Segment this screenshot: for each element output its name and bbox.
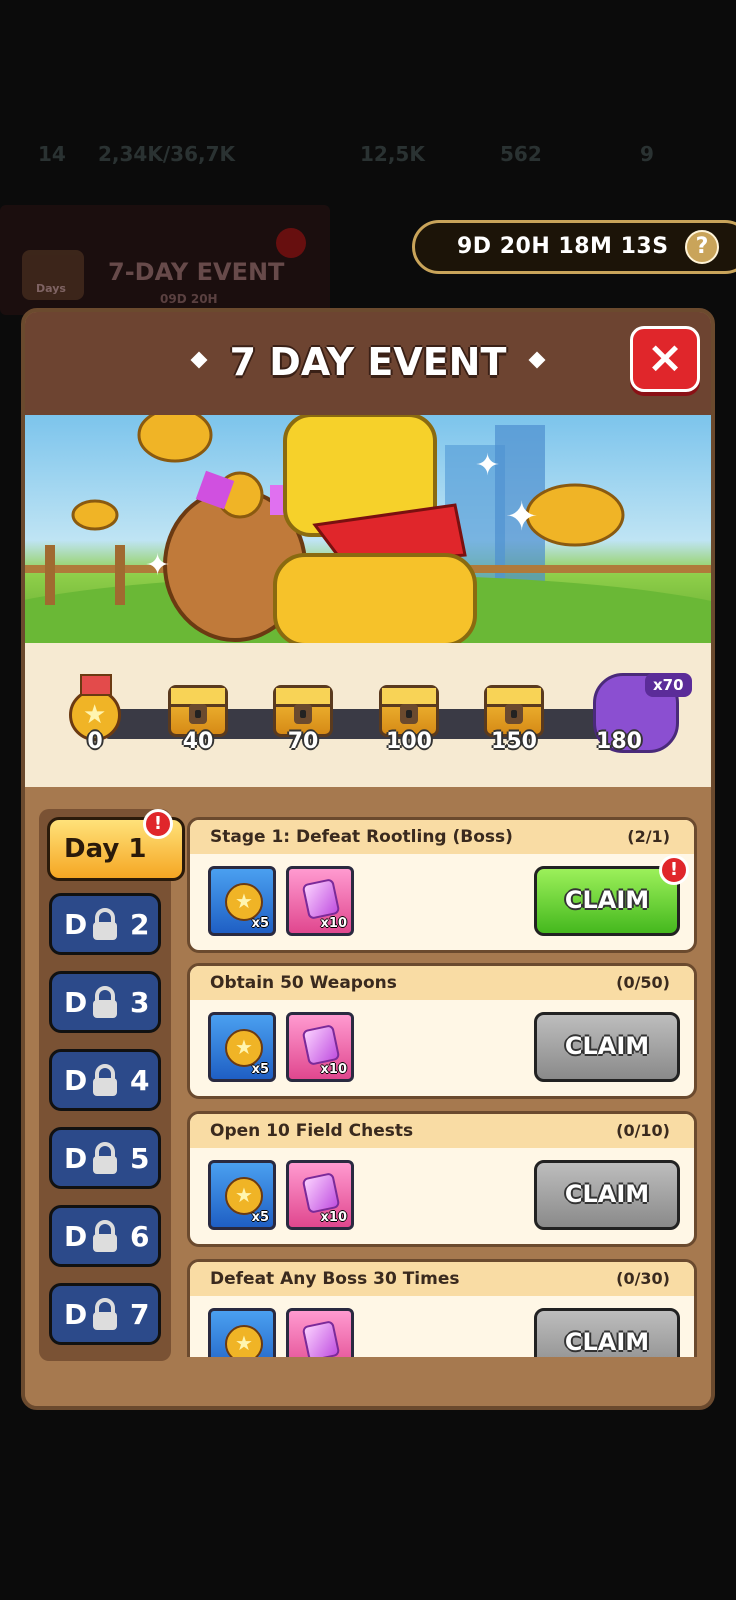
lock-icon bbox=[93, 1142, 117, 1174]
day-tab-number: 4 bbox=[130, 1064, 150, 1097]
background-event-title: 7-DAY EVENT bbox=[108, 258, 285, 286]
tab-day-4[interactable]: D 4 bbox=[49, 1049, 161, 1111]
milestone-progress: ★ 0 40 70 100 150 x70 180 bbox=[25, 643, 711, 787]
reward-qty: x10 bbox=[320, 1062, 347, 1077]
seven-days-icon-label: Days bbox=[36, 282, 66, 295]
resource-energy: 9 bbox=[640, 142, 654, 166]
day-tabs: Day 1 ! D 2 D 3 D 4 D 5 D 6 D 7 bbox=[39, 809, 185, 1361]
milestone-label: 180 bbox=[596, 729, 642, 754]
milestone-label: 0 bbox=[87, 729, 103, 754]
task-count: (0/50) bbox=[616, 973, 670, 992]
gem-reward-icon[interactable]: x10 bbox=[286, 1160, 354, 1230]
gem-reward-icon[interactable]: x10 bbox=[286, 1012, 354, 1082]
claim-alert-icon: ! bbox=[659, 855, 689, 885]
task-name: Defeat Any Boss 30 Times bbox=[210, 1269, 460, 1289]
svg-text:✦: ✦ bbox=[145, 548, 170, 583]
reward-qty: x5 bbox=[251, 1062, 269, 1077]
day-tab-number: 3 bbox=[130, 986, 150, 1019]
task-count: (0/30) bbox=[616, 1269, 670, 1288]
day-tab-number: 7 bbox=[130, 1298, 150, 1331]
tab-day-3[interactable]: D 3 bbox=[49, 971, 161, 1033]
resource-exp: 2,34K/36,7K bbox=[98, 142, 235, 166]
tab-day-7[interactable]: D 7 bbox=[49, 1283, 161, 1345]
milestone-label: 100 bbox=[386, 729, 432, 754]
close-button[interactable]: × bbox=[630, 326, 700, 392]
banner-illustration: ✦ ✦ ✦ bbox=[25, 415, 711, 643]
reward-qty: x5 bbox=[251, 916, 269, 931]
reward-qty: x10 bbox=[320, 1210, 347, 1225]
day-tab-prefix: D bbox=[64, 1220, 88, 1253]
resource-gold: 12,5K bbox=[360, 142, 425, 166]
tab-day-5[interactable]: D 5 bbox=[49, 1127, 161, 1189]
event-timer: 9D 20H 18M 13S ? bbox=[412, 220, 736, 274]
day-1-alert-icon: ! bbox=[143, 809, 173, 839]
lock-icon bbox=[93, 908, 117, 940]
svg-text:✦: ✦ bbox=[505, 494, 539, 540]
lock-icon bbox=[93, 1298, 117, 1330]
task-list[interactable]: Stage 1: Defeat Rootling (Boss) (2/1) x5… bbox=[187, 817, 699, 1357]
medal-reward-icon[interactable]: x5 bbox=[208, 1160, 276, 1230]
reward-qty: x10 bbox=[320, 916, 347, 931]
milestone-label: 150 bbox=[491, 729, 537, 754]
day-tab-number: 5 bbox=[130, 1142, 150, 1175]
svg-text:✦: ✦ bbox=[475, 448, 500, 483]
tab-day-6[interactable]: D 6 bbox=[49, 1205, 161, 1267]
event-banner: ✦ ✦ ✦ bbox=[25, 415, 711, 643]
milestone-label: 40 bbox=[182, 729, 214, 754]
task-name: Open 10 Field Chests bbox=[210, 1121, 414, 1141]
medal-reward-icon[interactable]: x5 bbox=[208, 1308, 276, 1357]
claim-button[interactable]: CLAIM bbox=[534, 866, 680, 936]
task-count: (0/10) bbox=[616, 1121, 670, 1140]
task-name: Stage 1: Defeat Rootling (Boss) bbox=[210, 827, 513, 847]
background-resource-bar: 14 2,34K/36,7K 12,5K 562 9 bbox=[0, 130, 736, 180]
modal-header: 7 DAY EVENT × bbox=[25, 312, 711, 415]
seven-day-event-modal: 7 DAY EVENT × ✦ ✦ ✦ ★ 0 40 70 100 150 x7… bbox=[21, 308, 715, 1410]
background-alert-icon bbox=[276, 228, 306, 258]
claim-button[interactable]: CLAIM bbox=[534, 1308, 680, 1357]
tab-day-2[interactable]: D 2 bbox=[49, 893, 161, 955]
modal-title: 7 DAY EVENT bbox=[229, 340, 507, 384]
lock-icon bbox=[93, 1220, 117, 1252]
hero-reward-qty: x70 bbox=[645, 673, 692, 697]
claim-button[interactable]: CLAIM bbox=[534, 1012, 680, 1082]
gem-reward-icon[interactable]: x10 bbox=[286, 866, 354, 936]
medal-reward-icon[interactable]: x5 bbox=[208, 866, 276, 936]
day-tab-number: 6 bbox=[130, 1220, 150, 1253]
tab-day-1-label: Day 1 bbox=[64, 834, 147, 864]
reward-qty: x5 bbox=[251, 1210, 269, 1225]
background-bottom-nav bbox=[0, 1430, 736, 1510]
claim-button[interactable]: CLAIM bbox=[534, 1160, 680, 1230]
lock-icon bbox=[93, 986, 117, 1018]
help-button[interactable]: ? bbox=[685, 230, 719, 264]
gem-reward-icon[interactable]: x10 bbox=[286, 1308, 354, 1357]
task-row: Stage 1: Defeat Rootling (Boss) (2/1) x5… bbox=[187, 817, 697, 953]
task-row: Open 10 Field Chests (0/10) x5 x10 CLAIM bbox=[187, 1111, 697, 1247]
event-timer-text: 9D 20H 18M 13S bbox=[457, 234, 669, 259]
resource-gems: 562 bbox=[500, 142, 542, 166]
task-count: (2/1) bbox=[627, 827, 670, 846]
day-tab-prefix: D bbox=[64, 986, 88, 1019]
day-tab-prefix: D bbox=[64, 908, 88, 941]
milestone-label: 70 bbox=[287, 729, 319, 754]
resource-level: 14 bbox=[38, 142, 66, 166]
day-tab-prefix: D bbox=[64, 1298, 88, 1331]
seven-days-icon: Days bbox=[22, 250, 84, 300]
lock-icon bbox=[93, 1064, 117, 1096]
task-row: Defeat Any Boss 30 Times (0/30) x5 x10 C… bbox=[187, 1259, 697, 1357]
medal-reward-icon[interactable]: x5 bbox=[208, 1012, 276, 1082]
tasks-section: Day 1 ! D 2 D 3 D 4 D 5 D 6 D 7 Stage 1:… bbox=[25, 787, 711, 1406]
background-event-sub: 09D 20H bbox=[160, 292, 218, 306]
task-row: Obtain 50 Weapons (0/50) x5 x10 CLAIM bbox=[187, 963, 697, 1099]
day-tab-prefix: D bbox=[64, 1064, 88, 1097]
day-tab-prefix: D bbox=[64, 1142, 88, 1175]
task-name: Obtain 50 Weapons bbox=[210, 973, 397, 993]
day-tab-number: 2 bbox=[130, 908, 150, 941]
